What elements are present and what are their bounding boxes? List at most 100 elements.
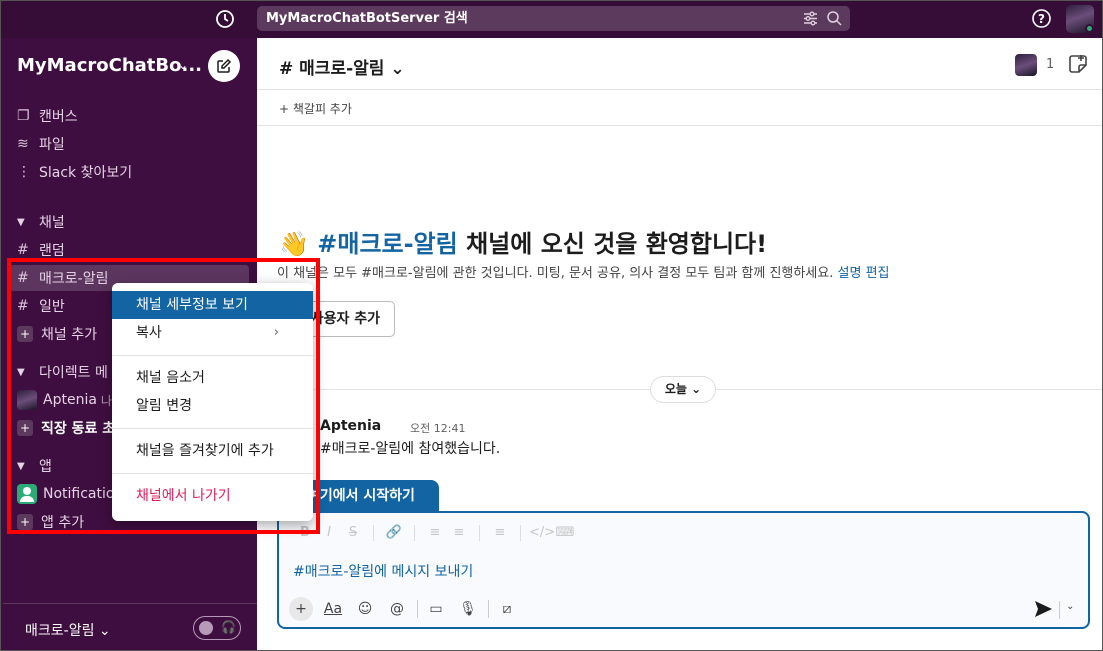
slash-command-icon[interactable]: ⧄	[495, 597, 519, 621]
channel-label: 매크로-알림	[39, 271, 109, 287]
attach-plus-icon[interactable]: +	[289, 597, 313, 621]
text-format-icon[interactable]: Aa	[321, 597, 345, 621]
menu-item-mute-channel[interactable]: 채널 음소거	[112, 364, 313, 392]
layers-icon: ≋	[17, 136, 29, 152]
message-composer[interactable]: B I S 🔗 ≡ ≡ ≡ </> ⌨ #매크로-알림에 메시지 보내기 + A…	[277, 511, 1090, 629]
hash-icon: #	[17, 242, 29, 258]
channel-title[interactable]: # 매크로-알림 ⌄	[279, 54, 405, 79]
blockquote-button[interactable]: ≡	[488, 523, 512, 543]
link-button[interactable]: 🔗	[382, 523, 406, 543]
sidebar-footer: 매크로-알림 ⌄ 🎧	[3, 603, 257, 651]
edit-description-link[interactable]: 설명 편집	[838, 266, 890, 281]
wave-emoji-icon: 👋	[279, 230, 309, 258]
toolbar-divider	[414, 525, 415, 541]
menu-item-view-channel-details[interactable]: 채널 세부정보 보기	[112, 291, 313, 319]
description-text: 이 채널은 모두 #매크로-알림에 관한 것입니다. 미팅, 문서 공유, 의사…	[277, 266, 834, 281]
svg-text:?: ?	[1038, 12, 1045, 26]
sidebar-item-channel-random[interactable]: # 랜덤	[17, 237, 65, 263]
mention-icon[interactable]: @	[385, 597, 409, 621]
member-avatar[interactable]	[1015, 54, 1037, 76]
add-app-label: 앱 추가	[41, 515, 85, 531]
bookmark-bar: + 책갈피 추가	[257, 90, 1103, 126]
sidebar-item-channel-general[interactable]: # 일반	[17, 293, 65, 319]
huddle-icon[interactable]	[1067, 53, 1089, 75]
bold-button[interactable]: B	[293, 523, 317, 543]
message-text: #매크로-알림에 참여했습니다.	[320, 441, 501, 457]
channel-context-menu: 채널 세부정보 보기 복사 › 채널 음소거 알림 변경 채널을 즐겨찾기에 추…	[112, 283, 313, 521]
search-bar[interactable]: MyMacroChatBotServer 검색	[257, 6, 850, 31]
invite-label: 직장 동료 초	[41, 421, 116, 437]
workspace-name[interactable]: MyMacroChatBo...	[17, 55, 202, 76]
welcome-description: 이 채널은 모두 #매크로-알림에 관한 것입니다. 미팅, 문서 공유, 의사…	[277, 262, 890, 281]
menu-item-label: 복사	[136, 325, 162, 341]
user-avatar[interactable]	[1066, 5, 1094, 33]
add-channel-label: 채널 추가	[41, 327, 97, 343]
submenu-arrow-icon: ›	[273, 325, 279, 340]
section-title: 앱	[39, 459, 52, 475]
plus-icon: +	[17, 326, 33, 342]
add-app-button[interactable]: + 앱 추가	[17, 509, 84, 535]
ordered-list-button[interactable]: ≡	[423, 523, 447, 543]
italic-button[interactable]: I	[317, 523, 341, 543]
send-icon[interactable]	[1031, 597, 1055, 621]
channel-header: # 매크로-알림 ⌄ 1	[257, 38, 1103, 90]
microphone-icon[interactable]: 🎙	[456, 597, 480, 621]
search-icon[interactable]	[826, 10, 843, 27]
menu-item-copy[interactable]: 복사 ›	[112, 319, 313, 347]
date-pill[interactable]: 오늘 ⌄	[650, 376, 716, 403]
sidebar-item-label: 파일	[39, 137, 65, 153]
video-clip-icon[interactable]: ▭	[424, 597, 448, 621]
format-toolbar: B I S 🔗 ≡ ≡ ≡ </> ⌨	[293, 523, 577, 543]
strikethrough-button[interactable]: S	[341, 523, 365, 543]
add-bookmark-button[interactable]: + 책갈피 추가	[279, 100, 352, 117]
canvas-icon: ❐	[17, 108, 30, 124]
welcome-channel-name: 매크로-알림	[337, 230, 458, 258]
current-channel-selector[interactable]: 매크로-알림 ⌄	[25, 620, 111, 640]
huddle-toggle[interactable]: 🎧	[193, 616, 241, 640]
code-button[interactable]: </>	[529, 523, 555, 543]
dm-label: Aptenia	[43, 392, 97, 408]
bullet-list-button[interactable]: ≡	[447, 523, 471, 543]
message-timestamp[interactable]: 오전 12:41	[410, 420, 465, 436]
dm-self-tag: 나	[100, 393, 112, 408]
headphones-icon: 🎧	[221, 620, 236, 634]
main-pane: # 매크로-알림 ⌄ 1 + 책갈피 추가 👋 #매크로-알림 채널에 오신 것…	[257, 38, 1103, 651]
sidebar-item-browse-slack[interactable]: ⋮ Slack 찾아보기	[17, 159, 132, 185]
sidebar-item-canvas[interactable]: ❐ 캔버스	[17, 103, 78, 129]
menu-item-add-to-favorites[interactable]: 채널을 즐겨찾기에 추가	[112, 437, 313, 465]
menu-item-change-notifications[interactable]: 알림 변경	[112, 392, 313, 420]
plus-icon: +	[17, 420, 33, 436]
menu-divider	[112, 473, 313, 474]
filter-icon[interactable]	[802, 10, 819, 27]
emoji-icon[interactable]: ☺	[353, 597, 377, 621]
send-options-chevron-icon[interactable]: ⌄	[1066, 601, 1074, 612]
history-clock-icon[interactable]	[214, 8, 236, 30]
plus-icon: +	[17, 514, 33, 530]
sidebar-item-files[interactable]: ≋ 파일	[17, 131, 65, 157]
code-block-button[interactable]: ⌨	[553, 523, 577, 543]
message-author[interactable]: Aptenia	[320, 418, 381, 434]
sidebar-item-label: 캔버스	[39, 109, 78, 125]
sidebar-item-label: Slack 찾아보기	[39, 165, 133, 181]
sidebar-item-dm-aptenia[interactable]: Aptenia 나	[17, 387, 112, 413]
member-count[interactable]: 1	[1046, 57, 1054, 72]
channels-section-header[interactable]: ▼ 채널	[17, 209, 65, 235]
help-icon[interactable]: ?	[1031, 8, 1052, 29]
hash-icon: #	[17, 270, 29, 286]
caret-down-icon: ▼	[17, 460, 25, 472]
sidebar-item-app-notification[interactable]: Notification	[17, 481, 123, 507]
message-input[interactable]: #매크로-알림에 메시지 보내기	[293, 561, 473, 581]
menu-item-leave-channel[interactable]: 채널에서 나가기	[112, 482, 313, 510]
welcome-hash: #	[317, 230, 338, 258]
workspace-chevron-icon[interactable]: ⌄	[178, 58, 188, 72]
invite-coworkers-button[interactable]: + 직장 동료 초	[17, 415, 115, 441]
welcome-title: 👋 #매크로-알림 채널에 오신 것을 환영합니다!	[279, 224, 767, 259]
add-channel-button[interactable]: + 채널 추가	[17, 321, 97, 347]
compose-button[interactable]	[208, 50, 240, 82]
apps-section-header[interactable]: ▼ 앱	[17, 453, 52, 479]
send-divider	[1059, 601, 1060, 619]
toggle-knob	[199, 621, 213, 635]
compose-icon	[217, 58, 232, 73]
more-icon: ⋮	[17, 164, 31, 180]
dm-section-header[interactable]: ▼ 다이렉트 메	[17, 359, 108, 385]
